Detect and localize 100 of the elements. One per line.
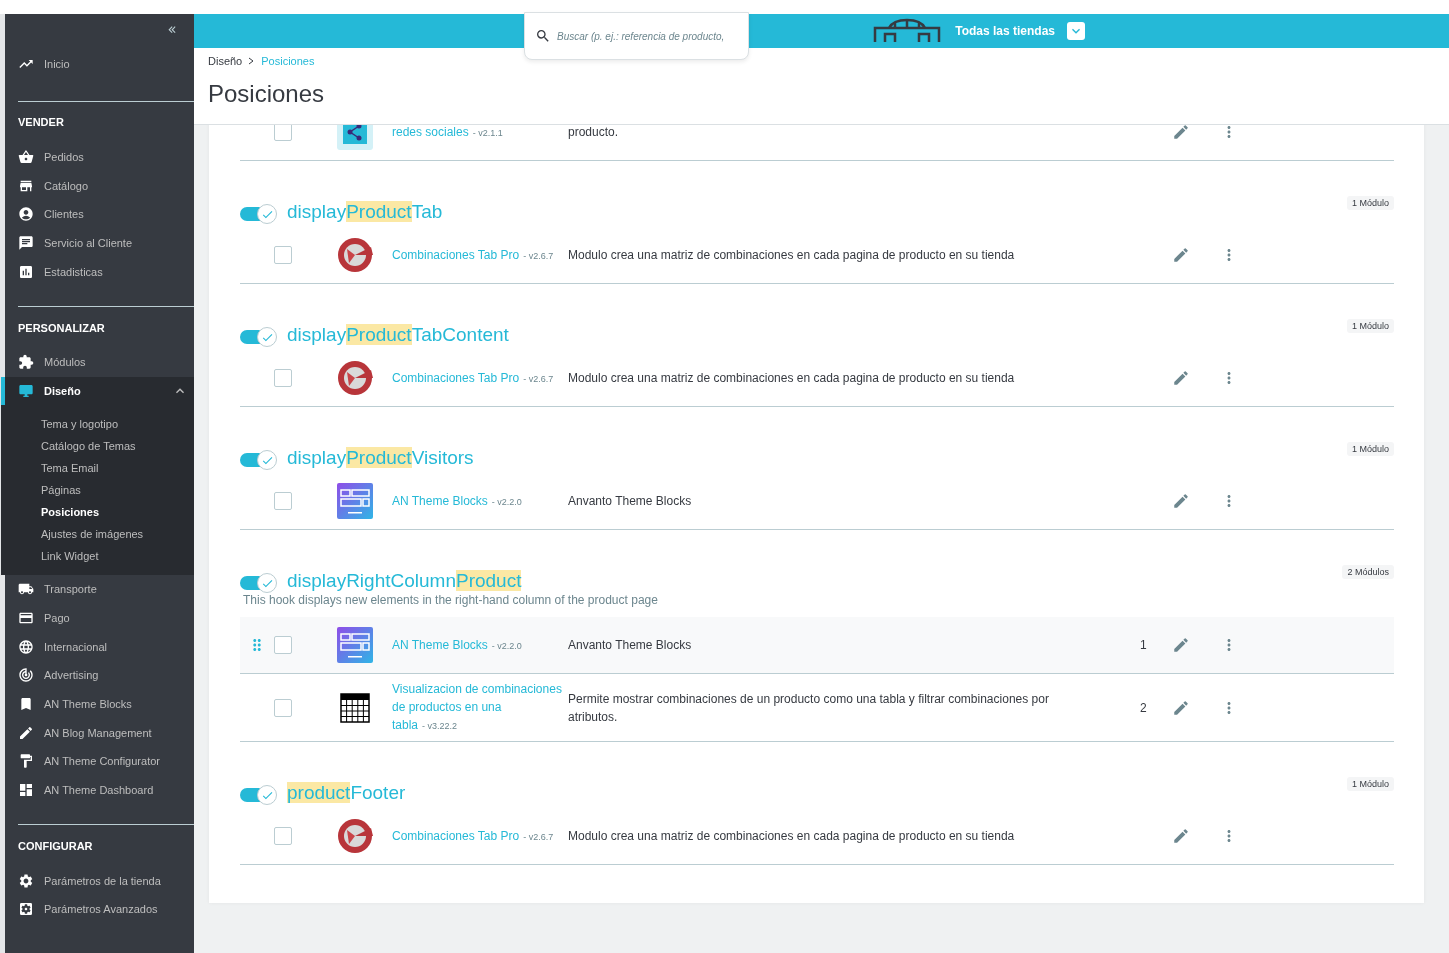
search-field[interactable]: Buscar (p. ej.: referencia de producto, <box>524 12 749 60</box>
submenu-item[interactable]: Tema y logotipo <box>41 412 194 435</box>
module-count: 2 Módulos <box>1342 565 1394 579</box>
submenu-item[interactable]: Catálogo de Temas <box>41 434 194 457</box>
checkbox[interactable] <box>274 827 292 845</box>
module-count: 1 Módulo <box>1346 319 1394 333</box>
menu-item-icon <box>18 206 34 223</box>
submenu-item[interactable]: Ajustes de imágenes <box>41 522 194 545</box>
menu-item-icon <box>18 724 34 741</box>
module-title[interactable]: redes sociales - v2.1.1 <box>392 125 568 142</box>
wrench-logo-icon <box>337 360 373 396</box>
search-icon <box>535 28 551 44</box>
shop-selector-label: Todas las tiendas <box>955 24 1055 38</box>
sidebar-item[interactable]: Módulos <box>1 348 194 377</box>
section-title: CONFIGURAR <box>18 838 94 854</box>
blocks-logo-icon <box>337 627 373 663</box>
sidebar-item[interactable]: Parámetros Avanzados <box>1 895 194 924</box>
sidebar-item[interactable]: AN Theme Dashboard <box>1 775 194 805</box>
edit-icon[interactable] <box>1172 125 1190 141</box>
sidebar-item[interactable]: Transporte <box>1 574 194 604</box>
sidebar-item[interactable]: Parámetros de la tienda <box>1 866 194 895</box>
module-count: 1 Módulo <box>1346 196 1394 210</box>
edit-icon[interactable] <box>1172 492 1190 510</box>
sidebar-item[interactable]: Advertising <box>1 660 194 690</box>
edit-icon[interactable] <box>1172 698 1190 717</box>
module-title[interactable]: AN Theme Blocks - v2.2.0 <box>392 491 568 511</box>
module-description: Permite mostrar combinaciones de un producto como una tabla y filtrar combinaciones por atributos. <box>568 690 1050 726</box>
shop-dropdown-button[interactable] <box>1067 22 1085 40</box>
hook-name: displayProductTabContent <box>287 323 509 347</box>
sidebar-item[interactable]: AN Theme Blocks <box>1 689 194 719</box>
module-title[interactable]: Combinaciones Tab Pro - v2.6.7 <box>392 826 568 846</box>
hook-toggle[interactable] <box>240 450 278 470</box>
edit-icon[interactable] <box>1172 369 1190 387</box>
menu-item-icon <box>18 872 34 889</box>
sidebar-item[interactable]: Inicio <box>1 50 194 79</box>
module-title[interactable]: Combinaciones Tab Pro - v2.6.7 <box>392 245 568 265</box>
module-description: Modulo crea una matriz de combinaciones en cada pagina de producto en su tienda <box>568 828 1016 845</box>
menu-item-icon <box>18 382 34 399</box>
module-position: 2 <box>1140 700 1147 715</box>
menu-item-icon <box>18 354 34 371</box>
section-title: PERSONALIZAR <box>18 320 106 336</box>
module-position: 1 <box>1140 638 1147 652</box>
checkbox[interactable] <box>274 636 292 654</box>
sidebar-item[interactable]: Pago <box>1 603 194 633</box>
breadcrumb-link[interactable]: Diseño <box>208 55 243 67</box>
menu-item-icon <box>18 901 34 918</box>
module-description: Anvanto Theme Blocks <box>568 493 693 510</box>
hook-toggle[interactable] <box>240 204 278 224</box>
module-title[interactable]: Combinaciones Tab Pro - v2.6.7 <box>392 368 568 388</box>
hook-name: displayProductTab <box>287 200 443 224</box>
hook-toggle[interactable] <box>240 327 278 347</box>
menu-item-icon <box>18 781 34 798</box>
submenu-item[interactable]: Posiciones <box>41 500 194 523</box>
module-description: Modulo crea una matriz de combinaciones en cada pagina de producto en su tienda <box>568 247 1016 264</box>
module-count: 1 Módulo <box>1346 442 1394 456</box>
sidebar-item[interactable]: Pedidos <box>1 142 194 172</box>
wrench-logo-icon <box>337 818 373 854</box>
sidebar-item[interactable]: AN Blog Management <box>1 718 194 747</box>
hook-name: productFooter <box>287 781 406 805</box>
checkbox[interactable] <box>274 369 292 387</box>
sidebar-item[interactable]: Clientes <box>1 200 194 229</box>
page-title: Posiciones <box>208 80 326 108</box>
checkbox[interactable] <box>274 246 292 264</box>
edit-icon[interactable] <box>1172 636 1190 654</box>
hook-description: This hook displays new elements in the right-hand column of the product page <box>243 593 659 607</box>
menu-item-icon <box>18 638 34 655</box>
hook-name: displayRightColumnProduct <box>287 569 522 593</box>
section-title: VENDER <box>18 115 65 131</box>
sidebar-item[interactable]: Estadisticas <box>1 257 194 287</box>
edit-icon[interactable] <box>1172 827 1190 845</box>
submenu-item[interactable]: Páginas <box>41 478 194 501</box>
submenu-item[interactable]: Link Widget <box>41 544 194 567</box>
sidebar-item[interactable]: Servicio al Cliente <box>1 228 194 258</box>
menu-item-icon <box>18 235 34 252</box>
checkbox[interactable] <box>274 492 292 510</box>
menu-item-icon <box>18 695 34 712</box>
module-count: 1 Módulo <box>1346 777 1394 791</box>
sidebar-item[interactable]: AN Theme Configurator <box>1 746 194 776</box>
menu-item-icon <box>18 753 34 770</box>
menu-item-icon <box>18 263 34 280</box>
module-title[interactable]: AN Theme Blocks - v2.2.0 <box>392 635 568 655</box>
checkbox[interactable] <box>274 698 292 717</box>
sidebar-item[interactable]: Diseño <box>1 376 194 405</box>
wrench-logo-icon <box>337 237 373 273</box>
edit-icon[interactable] <box>1172 246 1190 264</box>
module-title[interactable]: Visualizacion de combinaciones de productos en una tabla - v3.22.2 <box>392 680 568 735</box>
blocks-logo-icon <box>337 483 373 519</box>
module-description: Modulo crea una matriz de combinaciones en cada pagina de producto en su tienda <box>568 370 1016 387</box>
breadcrumb-separator-icon <box>248 57 256 65</box>
hook-name: displayProductVisitors <box>287 446 474 470</box>
menu-item-icon <box>18 667 34 684</box>
hook-toggle[interactable] <box>240 785 278 805</box>
submenu-item[interactable]: Tema Email <box>41 456 194 479</box>
menu-item-icon <box>18 149 34 166</box>
sidebar-item[interactable]: Catálogo <box>1 171 194 201</box>
hook-toggle[interactable] <box>240 573 278 593</box>
checkbox[interactable] <box>274 125 292 141</box>
module-description: producto. <box>568 125 620 141</box>
sidebar-item[interactable]: Internacional <box>1 632 194 661</box>
module-description: Anvanto Theme Blocks <box>568 637 693 654</box>
